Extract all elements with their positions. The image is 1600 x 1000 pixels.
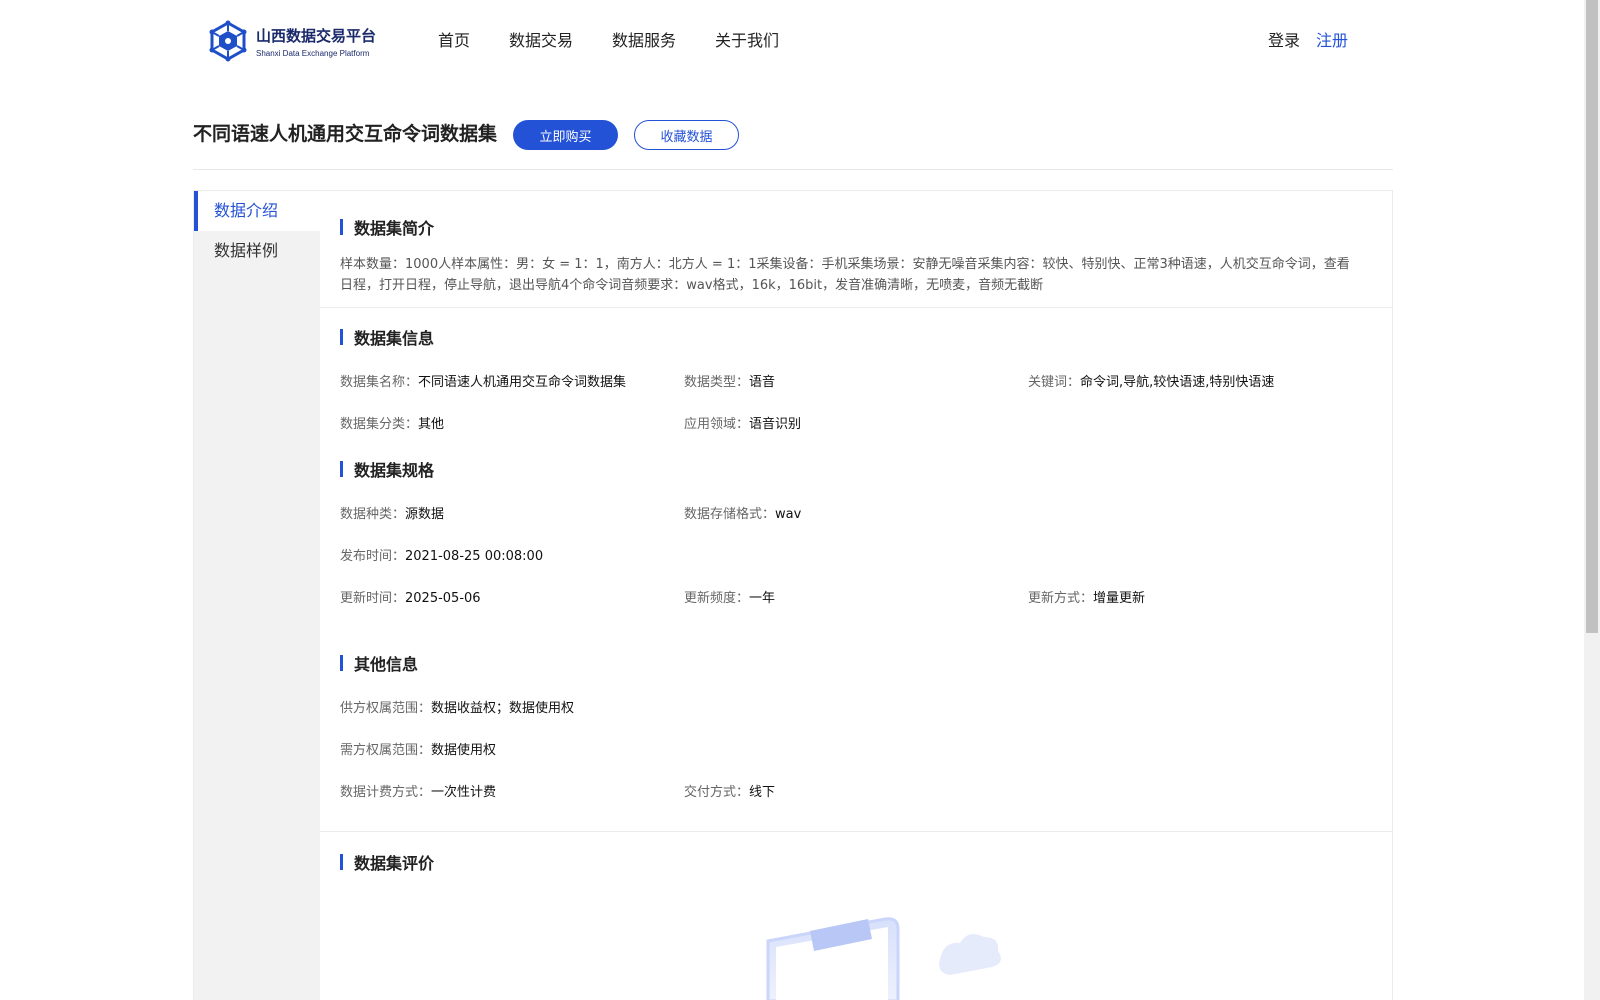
detail-sidebar: 数据介绍 数据样例 <box>194 191 320 1000</box>
hexagon-network-logo-icon <box>209 20 247 62</box>
field-label: 更新时间： <box>340 591 406 606</box>
main-nav: 首页 数据交易 数据服务 关于我们 <box>438 27 818 51</box>
field-value: 2021-08-25 00:08:00 <box>405 549 544 564</box>
intro-description: 样本数量：1000人样本属性：男：女 = 1：1，南方人：北方人 = 1：1采集… <box>340 257 1350 293</box>
dataset-title-bar: 不同语速人机通用交互命令词数据集 立即购买 收藏数据 <box>193 120 1393 170</box>
section-title-text: 数据集简介 <box>354 219 435 238</box>
field-label: 数据集分类： <box>340 417 419 432</box>
field-publish-time: 发布时间：2021-08-25 00:08:00 <box>340 545 543 564</box>
detail-content: 数据集简介 样本数量：1000人样本属性：男：女 = 1：1，南方人：北方人 =… <box>320 191 1392 1000</box>
nav-item-data-trading[interactable]: 数据交易 <box>509 27 573 51</box>
field-label: 数据种类： <box>340 507 406 522</box>
field-application-domain: 应用领域：语音识别 <box>684 413 801 432</box>
field-label: 发布时间： <box>340 549 406 564</box>
field-value: 其他 <box>418 417 445 432</box>
field-data-type: 数据类型：语音 <box>684 371 775 390</box>
site-logo[interactable]: 山西数据交易平台 Shanxi Data Exchange Platform <box>208 20 376 62</box>
nav-item-data-services[interactable]: 数据服务 <box>612 27 676 51</box>
section-bar <box>340 655 343 671</box>
nav-item-home[interactable]: 首页 <box>438 27 470 51</box>
field-update-time: 更新时间：2025-05-06 <box>340 587 481 606</box>
login-link[interactable]: 登录 <box>1268 27 1300 51</box>
field-label: 数据类型： <box>684 375 750 390</box>
field-demander-rights: 需方权属范围：数据使用权 <box>340 739 496 758</box>
section-bar <box>340 219 343 235</box>
logo-text: 山西数据交易平台 Shanxi Data Exchange Platform <box>256 25 376 58</box>
section-title-info: 数据集信息 <box>340 325 434 349</box>
field-value: 语音识别 <box>749 417 802 432</box>
field-data-kind: 数据种类：源数据 <box>340 503 444 522</box>
field-label: 关键词： <box>1028 375 1081 390</box>
auth-links: 登录 注册 <box>1268 27 1348 51</box>
field-value: 一年 <box>749 591 776 606</box>
section-bar <box>340 329 343 345</box>
field-value: 语音 <box>749 375 776 390</box>
field-storage-format: 数据存储格式：wav <box>684 503 801 522</box>
field-value: 数据收益权；数据使用权 <box>431 701 575 716</box>
section-title-text: 其他信息 <box>354 655 419 674</box>
field-supplier-rights: 供方权属范围：数据收益权；数据使用权 <box>340 697 574 716</box>
field-label: 应用领域： <box>684 417 750 432</box>
field-value: 一次性计费 <box>431 785 497 800</box>
sidebar-item-data-samples[interactable]: 数据样例 <box>194 231 320 271</box>
section-title-intro: 数据集简介 <box>340 215 434 239</box>
section-title-text: 数据集规格 <box>354 461 435 480</box>
top-header: 山西数据交易平台 Shanxi Data Exchange Platform 首… <box>0 0 1584 80</box>
field-value: 2025-05-06 <box>405 591 481 606</box>
logo-title-cn: 山西数据交易平台 <box>256 26 377 45</box>
logo-title-en: Shanxi Data Exchange Platform <box>256 48 370 58</box>
field-dataset-category: 数据集分类：其他 <box>340 413 444 432</box>
nav-item-about-us[interactable]: 关于我们 <box>715 27 779 51</box>
register-link[interactable]: 注册 <box>1316 27 1348 51</box>
empty-clipboard-illustration <box>766 917 1001 1000</box>
field-label: 需方权属范围： <box>340 743 432 758</box>
field-label: 供方权属范围： <box>340 701 432 716</box>
field-dataset-name: 数据集名称：不同语速人机通用交互命令词数据集 <box>340 371 626 390</box>
dataset-detail-panel: 数据介绍 数据样例 数据集简介 样本数量：1000人样本属性：男：女 = 1：1… <box>193 190 1393 1000</box>
section-title-spec: 数据集规格 <box>340 457 434 481</box>
buy-now-button[interactable]: 立即购买 <box>513 120 619 150</box>
page-scrollbar[interactable] <box>1584 0 1600 1000</box>
section-title-other: 其他信息 <box>340 651 418 675</box>
field-value: wav <box>775 507 802 522</box>
section-title-review: 数据集评价 <box>340 850 434 874</box>
field-value: 数据使用权 <box>431 743 497 758</box>
field-value: 线下 <box>749 785 776 800</box>
field-update-method: 更新方式：增量更新 <box>1028 587 1145 606</box>
field-label: 更新频度： <box>684 591 750 606</box>
section-title-text: 数据集评价 <box>354 854 435 873</box>
field-value: 增量更新 <box>1093 591 1146 606</box>
field-delivery-method: 交付方式：线下 <box>684 781 775 800</box>
field-label: 交付方式： <box>684 785 750 800</box>
section-title-text: 数据集信息 <box>354 329 435 348</box>
section-bar <box>340 461 343 477</box>
field-update-frequency: 更新频度：一年 <box>684 587 775 606</box>
section-divider <box>320 831 1392 832</box>
section-divider <box>320 307 1392 308</box>
field-value: 不同语速人机通用交互命令词数据集 <box>418 375 627 390</box>
field-label: 数据计费方式： <box>340 785 432 800</box>
field-label: 数据集名称： <box>340 375 419 390</box>
field-value: 命令词,导航,较快语速,特别快语速 <box>1080 375 1275 390</box>
sidebar-item-data-intro[interactable]: 数据介绍 <box>194 191 320 231</box>
field-billing-method: 数据计费方式：一次性计费 <box>340 781 496 800</box>
page-title: 不同语速人机通用交互命令词数据集 <box>193 123 498 145</box>
scrollbar-thumb[interactable] <box>1586 0 1598 633</box>
favorite-data-button[interactable]: 收藏数据 <box>634 120 740 150</box>
field-keywords: 关键词：命令词,导航,较快语速,特别快语速 <box>1028 371 1274 390</box>
section-bar <box>340 854 343 870</box>
field-value: 源数据 <box>405 507 445 522</box>
field-label: 更新方式： <box>1028 591 1094 606</box>
field-label: 数据存储格式： <box>684 507 776 522</box>
